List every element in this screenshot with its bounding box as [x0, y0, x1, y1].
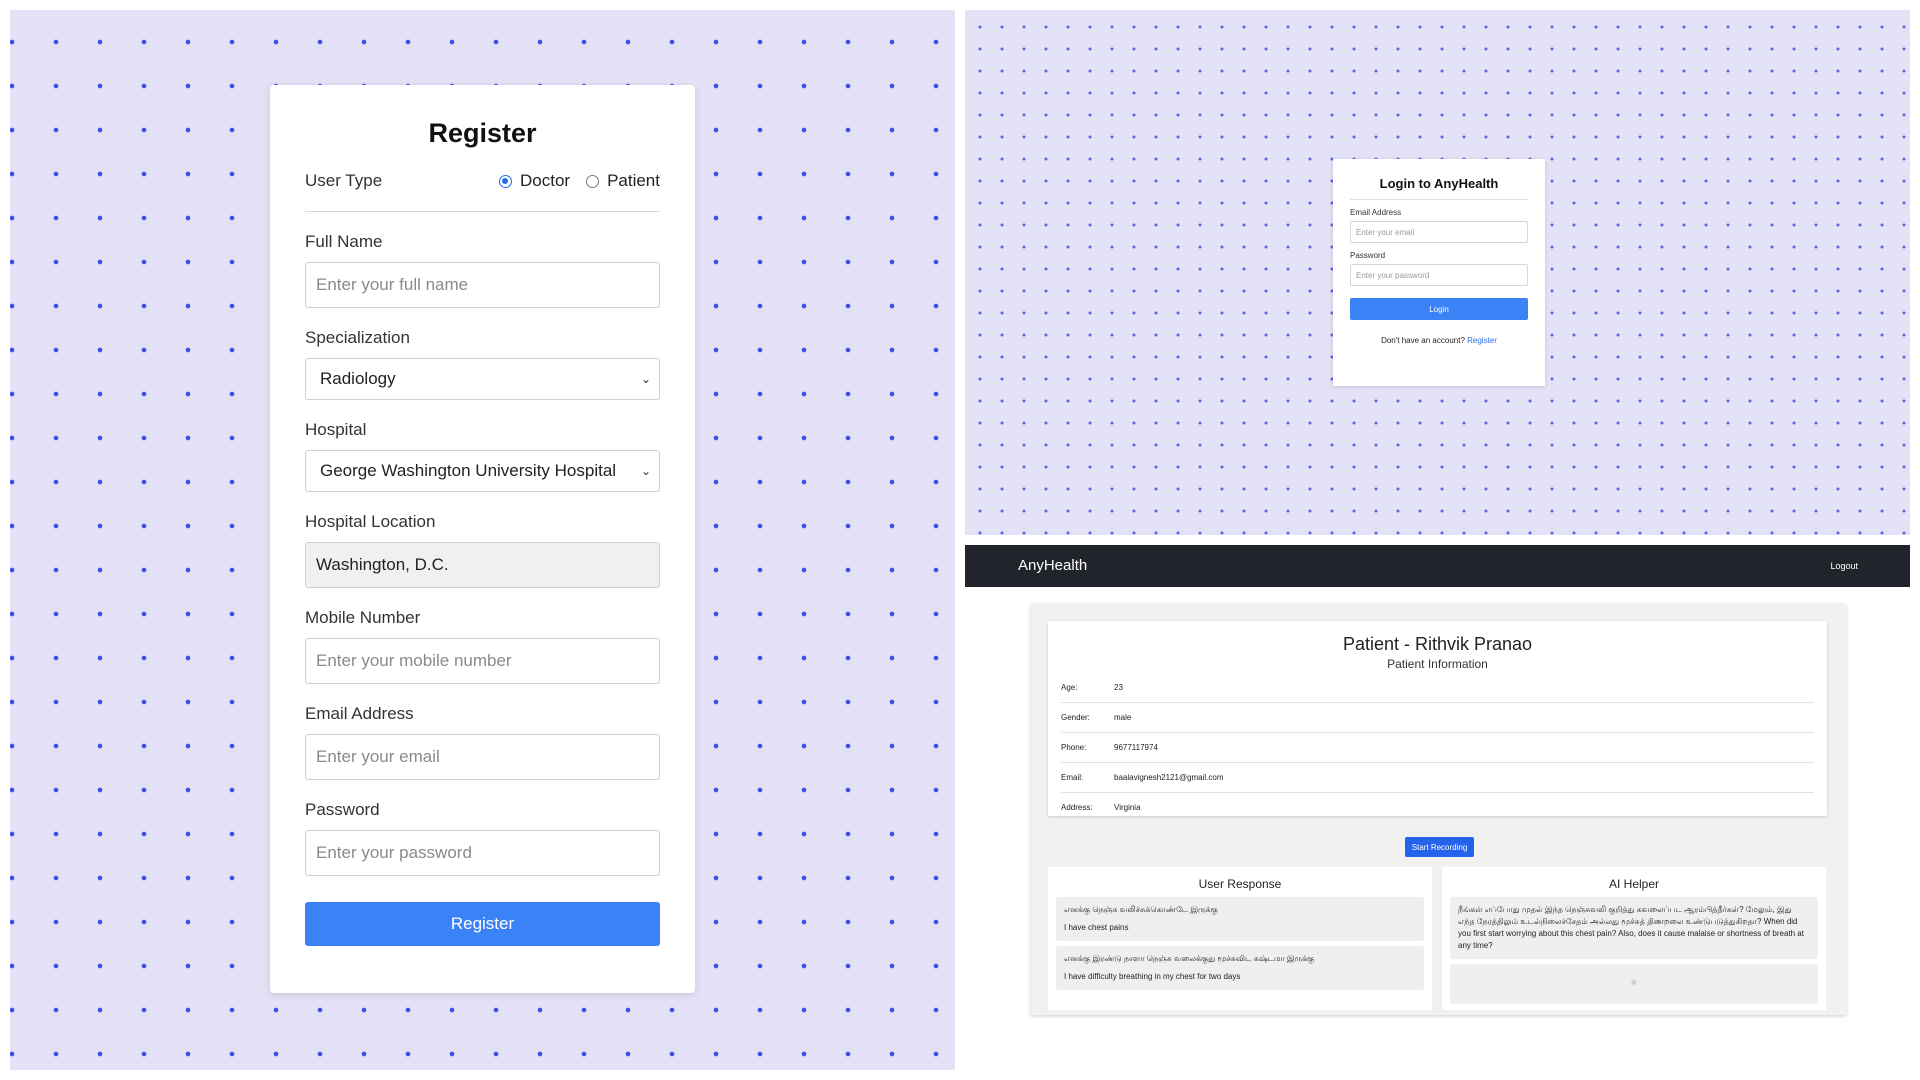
ai-helper-panel: AI Helper நீங்கள் எப்போது முதல் இந்த நெஞ… [1442, 867, 1826, 1010]
register-link[interactable]: Register [1467, 336, 1497, 345]
info-value: Virginia [1114, 803, 1141, 812]
ai-message-bubble: நீங்கள் எப்போது முதல் இந்த நெஞ்சுவலி குற… [1450, 897, 1818, 959]
email-label: Email Address [305, 704, 414, 723]
patient-info-list: Age: 23 Gender: male Phone: 9677117974 E… [1061, 673, 1814, 822]
dashboard-container: Patient - Rithvik Pranao Patient Informa… [1031, 604, 1846, 1015]
brand-logo[interactable]: AnyHealth [1018, 557, 1087, 574]
full-name-field: Full Name Enter your full name [305, 232, 660, 308]
login-screen: Login to AnyHealth Email Address Enter y… [965, 10, 1910, 535]
radio-doctor-label: Doctor [519, 171, 571, 190]
radio-unchecked-icon[interactable] [586, 174, 600, 188]
login-email-input[interactable]: Enter your email [1350, 221, 1528, 243]
ai-loading-bubble: ✳ [1450, 964, 1818, 1004]
ai-helper-title: AI Helper [1608, 877, 1660, 891]
email-field: Email Address Enter your email [305, 704, 660, 780]
hospital-label: Hospital [305, 420, 367, 439]
hospital-select[interactable]: George Washington University Hospital ⌄ [305, 450, 660, 492]
password-input[interactable]: Enter your password [305, 830, 660, 876]
specialization-value: Radiology [320, 369, 396, 388]
info-row-address: Address: Virginia [1061, 793, 1814, 822]
login-button[interactable]: Login [1350, 298, 1528, 320]
info-key: Age: [1061, 683, 1078, 692]
hospital-location-label: Hospital Location [305, 512, 436, 531]
logout-link[interactable]: Logout [1830, 561, 1858, 571]
radio-doctor[interactable]: Doctor [498, 171, 571, 191]
login-email-label: Email Address [1350, 208, 1402, 217]
info-key: Gender: [1061, 713, 1090, 722]
user-response-panel: User Response எனக்கு நெஞ்சு வலிச்சுக்கொண… [1048, 867, 1432, 1010]
user-type-radio-group: Doctor Patient [498, 171, 660, 191]
message-original: எனக்கு நெஞ்சு வலிச்சுக்கொண்டே இருக்கு [1064, 905, 1218, 914]
mobile-label: Mobile Number [305, 608, 421, 627]
mobile-input[interactable]: Enter your mobile number [305, 638, 660, 684]
patient-title: Patient - Rithvik Pranao [1342, 634, 1533, 654]
password-field: Password Enter your password [305, 800, 660, 876]
info-row-email: Email: baalavignesh2121@gmail.com [1061, 763, 1814, 793]
login-card: Login to AnyHealth Email Address Enter y… [1333, 159, 1545, 386]
info-value: 23 [1114, 683, 1123, 692]
message-translation: I have difficulty breathing in my chest … [1064, 972, 1241, 981]
message-bubble: எனக்கு இரண்டு நாளா நெஞ்சு வலைக்குது மூச்… [1056, 946, 1424, 990]
mobile-field: Mobile Number Enter your mobile number [305, 608, 660, 684]
patient-info-card: Patient - Rithvik Pranao Patient Informa… [1048, 621, 1827, 816]
hospital-field: Hospital George Washington University Ho… [305, 420, 660, 492]
radio-patient[interactable]: Patient [586, 171, 660, 191]
info-key: Email: [1061, 773, 1084, 782]
register-screen: Register User Type Doctor Patient Full N… [10, 10, 955, 1070]
patient-subtitle: Patient Information [1387, 657, 1488, 671]
login-password-label: Password [1350, 251, 1386, 260]
info-value: male [1114, 713, 1132, 722]
message-translation: I have chest pains [1064, 923, 1129, 932]
message-bubble: எனக்கு நெஞ்சு வலிச்சுக்கொண்டே இருக்கு I … [1056, 897, 1424, 941]
info-key: Phone: [1061, 743, 1087, 752]
info-row-gender: Gender: male [1061, 703, 1814, 733]
radio-patient-label: Patient [607, 171, 660, 190]
email-input[interactable]: Enter your email [305, 734, 660, 780]
login-footer: Don't have an account? Register [1350, 336, 1528, 345]
login-password-input[interactable]: Enter your password [1350, 264, 1528, 286]
register-title: Register [428, 118, 537, 148]
info-row-age: Age: 23 [1061, 673, 1814, 703]
hospital-value: George Washington University Hospital [320, 461, 617, 480]
specialization-label: Specialization [305, 328, 410, 347]
chevron-down-icon: ⌄ [640, 464, 651, 478]
dashboard-screen: AnyHealth Logout Patient - Rithvik Prana… [965, 545, 1910, 1070]
info-key: Address: [1061, 803, 1093, 812]
register-card: Register User Type Doctor Patient Full N… [270, 85, 695, 993]
hospital-location-field: Hospital Location Washington, D.C. [305, 512, 660, 588]
hospital-location-input[interactable]: Washington, D.C. [305, 542, 660, 588]
navbar: AnyHealth Logout [965, 545, 1910, 587]
user-type-row: User Type Doctor Patient [305, 171, 660, 212]
register-button[interactable]: Register [305, 902, 660, 946]
start-recording-button[interactable]: Start Recording [1405, 837, 1474, 857]
password-label: Password [305, 800, 380, 819]
chevron-down-icon: ⌄ [640, 372, 651, 386]
full-name-input[interactable]: Enter your full name [305, 262, 660, 308]
login-footer-text: Don't have an account? [1381, 336, 1465, 345]
info-row-phone: Phone: 9677117974 [1061, 733, 1814, 763]
specialization-field: Specialization Radiology ⌄ [305, 328, 660, 400]
specialization-select[interactable]: Radiology ⌄ [305, 358, 660, 400]
full-name-label: Full Name [305, 232, 383, 251]
user-type-label: User Type [305, 171, 383, 190]
info-value: 9677117974 [1114, 743, 1158, 752]
radio-checked-icon[interactable] [498, 174, 512, 188]
login-title: Login to AnyHealth [1350, 176, 1528, 200]
message-original: எனக்கு இரண்டு நாளா நெஞ்சு வலைக்குது மூச்… [1064, 954, 1315, 963]
info-value: baalavignesh2121@gmail.com [1114, 773, 1224, 782]
spinner-icon: ✳ [1629, 978, 1639, 989]
user-response-title: User Response [1198, 877, 1282, 891]
